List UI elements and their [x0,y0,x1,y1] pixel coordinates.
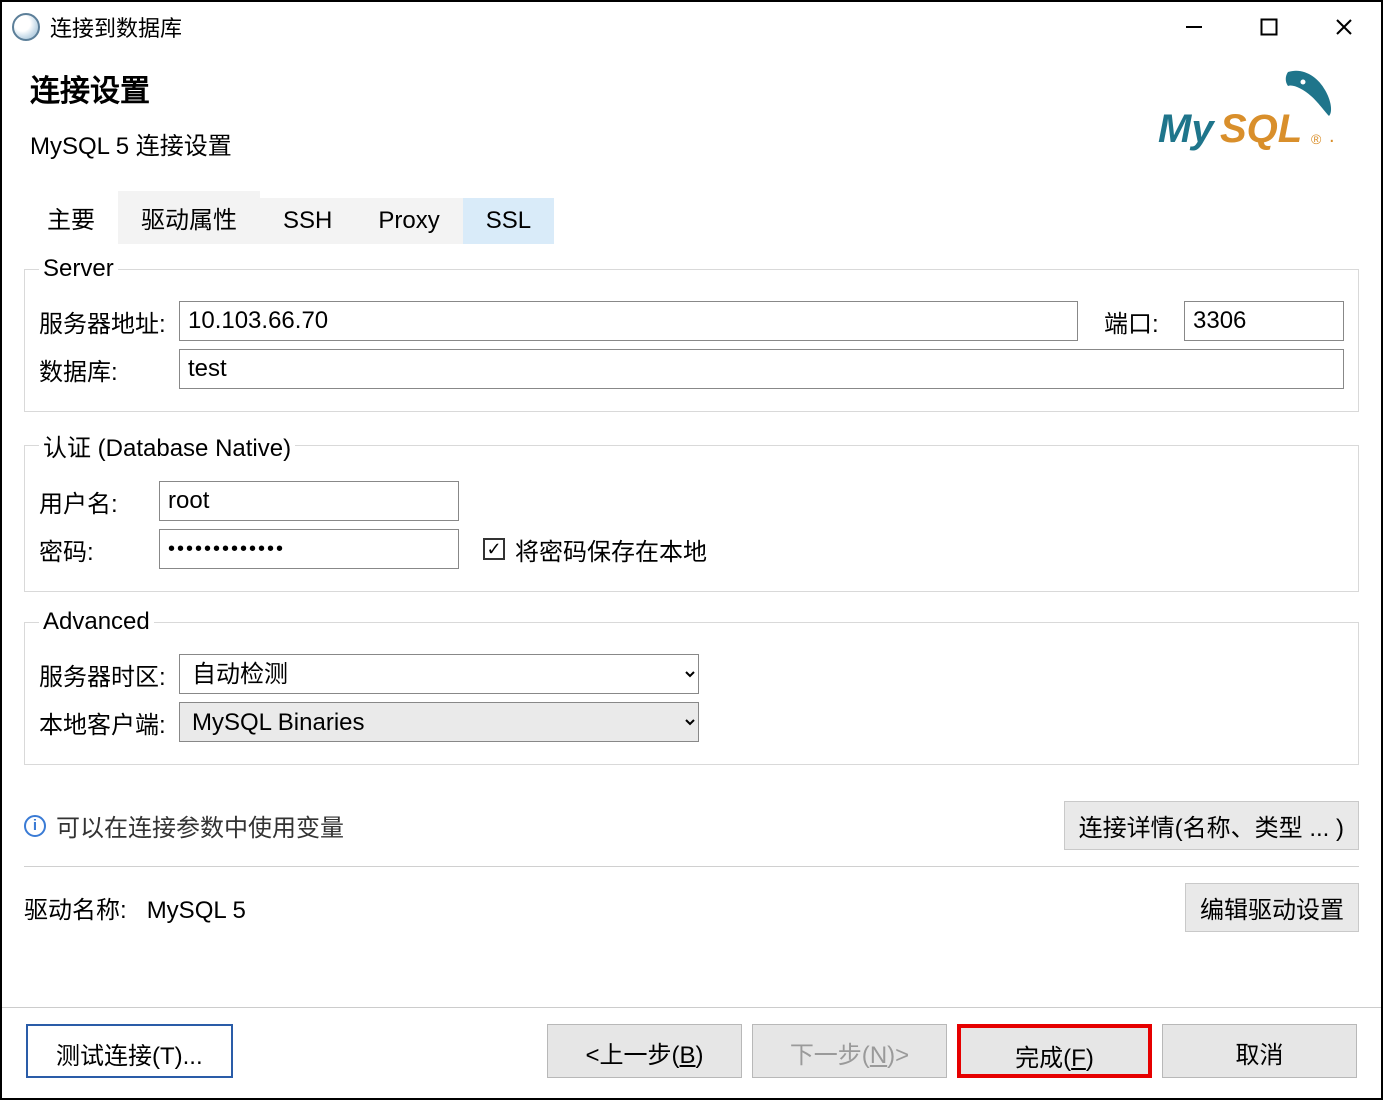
tab-ssl[interactable]: SSL [463,198,554,244]
page-title: 连接设置 [30,66,232,110]
tab-proxy[interactable]: Proxy [355,198,462,244]
window-controls [1156,2,1381,52]
advanced-group: Advanced 服务器时区: 自动检测 本地客户端: MySQL Binari… [24,608,1359,765]
timezone-select[interactable]: 自动检测 [179,654,699,694]
cancel-button[interactable]: 取消 [1162,1024,1357,1078]
auth-group-legend: 认证 (Database Native) [39,428,295,463]
save-password-label: 将密码保存在本地 [515,532,707,567]
port-input[interactable] [1184,301,1344,341]
finish-button[interactable]: 完成(F) [957,1024,1152,1078]
tab-main[interactable]: 主要 [24,191,118,244]
database-label: 数据库: [39,352,169,387]
test-connection-button[interactable]: 测试连接(T)... [26,1024,233,1078]
tab-row: 主要 驱动属性 SSH Proxy SSL [24,191,1359,245]
svg-text:.: . [1329,125,1335,147]
minimize-button[interactable] [1156,2,1231,52]
host-input[interactable] [179,301,1078,341]
svg-text:My: My [1158,107,1215,151]
app-icon [12,13,40,41]
password-label: 密码: [39,532,149,567]
dialog-footer: 测试连接(T)... <上一步(B) 下一步(N)> 完成(F) 取消 [2,1007,1381,1098]
username-input[interactable] [159,481,459,521]
local-client-select[interactable]: MySQL Binaries [179,702,699,742]
timezone-label: 服务器时区: [39,657,169,692]
edit-driver-button[interactable]: 编辑驱动设置 [1185,883,1359,932]
password-input[interactable] [159,529,459,569]
connection-details-button[interactable]: 连接详情(名称、类型 ... ) [1064,801,1359,850]
save-password-checkbox[interactable]: ✓ 将密码保存在本地 [483,532,707,567]
info-row: i 可以在连接参数中使用变量 连接详情(名称、类型 ... ) [24,801,1359,850]
checkbox-icon: ✓ [483,538,505,560]
driver-label: 驱动名称: [24,897,127,924]
svg-text:SQL: SQL [1220,107,1302,151]
driver-row: 驱动名称: MySQL 5 编辑驱动设置 [24,883,1359,932]
info-icon: i [24,815,46,837]
tab-ssh[interactable]: SSH [260,198,355,244]
advanced-group-legend: Advanced [39,608,154,636]
tab-driver-properties[interactable]: 驱动属性 [118,191,260,244]
server-group: Server 服务器地址: 端口: 数据库: [24,255,1359,412]
main-panel: Server 服务器地址: 端口: 数据库: 认证 (Database Nati… [24,245,1359,1007]
mysql-logo-icon: My SQL ® . [1153,62,1343,167]
separator [24,866,1359,867]
maximize-button[interactable] [1231,2,1306,52]
svg-text:®: ® [1311,131,1322,147]
auth-group: 认证 (Database Native) 用户名: 密码: ✓ 将密码保存在本地 [24,428,1359,592]
local-client-label: 本地客户端: [39,705,169,740]
back-button[interactable]: <上一步(B) [547,1024,742,1078]
server-group-legend: Server [39,255,118,283]
titlebar: 连接到数据库 [2,2,1381,52]
window-title: 连接到数据库 [50,11,1156,43]
header: 连接设置 MySQL 5 连接设置 My SQL ® . [2,52,1381,167]
next-button[interactable]: 下一步(N)> [752,1024,947,1078]
username-label: 用户名: [39,484,149,519]
port-label: 端口: [1104,304,1174,339]
driver-name: MySQL 5 [147,897,246,924]
page-subtitle: MySQL 5 连接设置 [30,126,232,161]
close-button[interactable] [1306,2,1381,52]
database-input[interactable] [179,349,1344,389]
info-text: 可以在连接参数中使用变量 [56,808,344,843]
host-label: 服务器地址: [39,304,169,339]
